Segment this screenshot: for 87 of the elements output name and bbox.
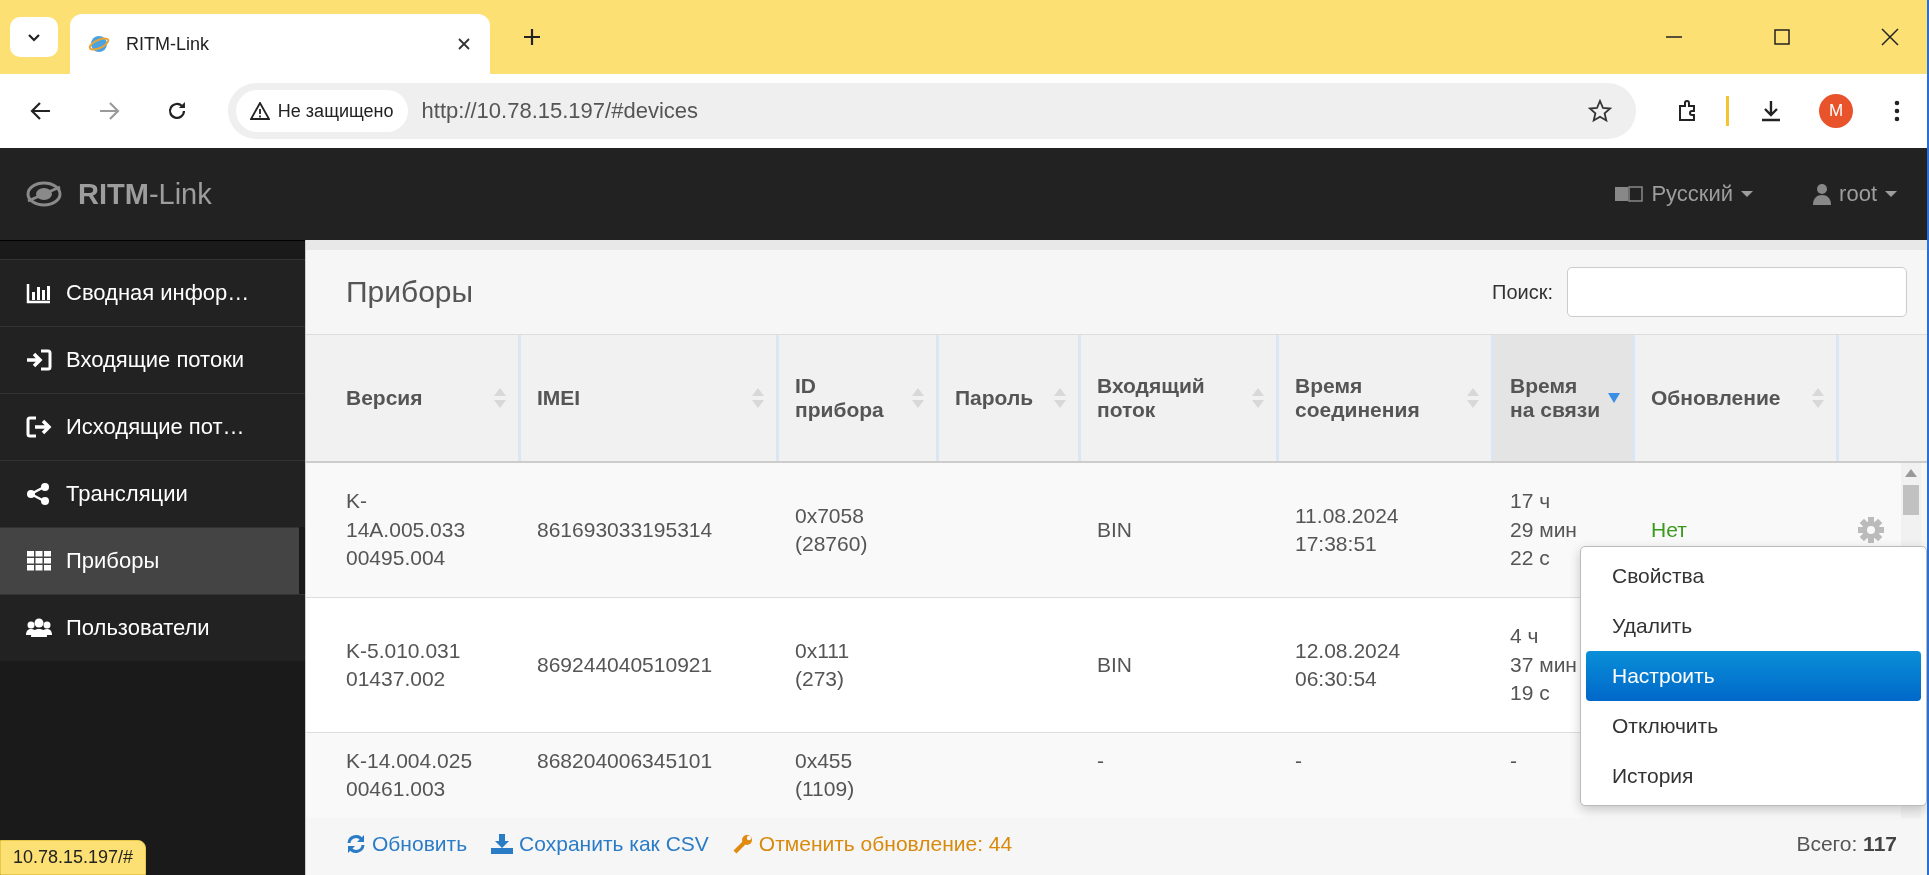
- sidebar-label: Трансляции: [66, 481, 188, 507]
- total-count: Всего: 117: [1796, 831, 1897, 856]
- sidebar-item[interactable]: Приборы: [0, 527, 299, 594]
- sort-icon: [1054, 388, 1066, 408]
- maximize-icon[interactable]: [1773, 28, 1791, 46]
- action-link[interactable]: Обновить: [346, 831, 468, 856]
- sign-in-icon: [26, 349, 52, 371]
- refresh-icon: [346, 833, 366, 854]
- table-cell-text: -: [1510, 748, 1517, 774]
- close-icon[interactable]: [1881, 28, 1899, 46]
- column-header[interactable]: Время на связи: [1494, 335, 1635, 461]
- menu-item[interactable]: Отключить: [1586, 701, 1921, 751]
- user-icon: [1813, 183, 1832, 205]
- sidebar-item[interactable]: Исходящие пот…: [0, 393, 305, 460]
- sidebar-item[interactable]: Пользователи: [0, 594, 305, 661]
- sort-desc-icon: [1608, 393, 1620, 403]
- status-url: 10.78.15.197/#: [0, 840, 147, 875]
- new-tab-icon[interactable]: [522, 27, 542, 47]
- sort-icon: [1252, 388, 1264, 408]
- bar-chart-icon: [26, 282, 52, 304]
- address-bar[interactable]: Не защищено http://10.78.15.197/#devices: [227, 83, 1637, 139]
- star-icon[interactable]: [1588, 99, 1613, 123]
- sort-icon: [1812, 388, 1824, 408]
- tab-title: RITM-Link: [126, 33, 210, 55]
- forward-icon[interactable]: [97, 100, 120, 122]
- table-cell-text: 868204006345101: [537, 748, 713, 774]
- panel-title: Приборы: [346, 275, 474, 309]
- scroll-thumb[interactable]: [1903, 485, 1919, 515]
- translate-icon: [1615, 186, 1644, 202]
- table-cell-text: 0x455 (1109): [795, 748, 855, 803]
- caret-icon: [1885, 191, 1897, 197]
- users-icon: [26, 617, 52, 639]
- table-cell-text: 11.08.2024 17:38:51: [1295, 502, 1399, 557]
- wrench-icon: [732, 833, 753, 854]
- user-menu[interactable]: root: [1813, 181, 1897, 207]
- menu-item[interactable]: Удалить: [1586, 601, 1921, 651]
- sidebar-label: Исходящие пот…: [66, 414, 245, 440]
- table-cell-text: 869244040510921: [537, 651, 713, 678]
- table-cell-text: 0x7058 (28760): [795, 502, 868, 557]
- more-icon[interactable]: [1893, 99, 1901, 123]
- url-text: http://10.78.15.197/#devices: [421, 98, 698, 124]
- search-field[interactable]: [1567, 267, 1907, 317]
- sort-icon: [752, 388, 764, 408]
- menu-item[interactable]: История: [1586, 751, 1921, 801]
- table-cell-text: BIN: [1097, 651, 1132, 678]
- table-cell-text: -: [1295, 748, 1302, 774]
- table-cell-text: -: [1097, 748, 1104, 774]
- close-icon[interactable]: [456, 36, 472, 52]
- search-label: Поиск:: [1492, 280, 1553, 304]
- table-cell-text: Нет: [1651, 516, 1687, 543]
- sidebar-item[interactable]: Трансляции: [0, 460, 305, 527]
- table-cell-text: 4 ч 37 мин 19 с: [1510, 623, 1577, 707]
- sort-icon: [1467, 388, 1479, 408]
- logo-icon: [26, 179, 62, 209]
- caret-icon: [1741, 191, 1754, 197]
- warning-icon: [249, 102, 270, 120]
- download-icon: [491, 833, 514, 854]
- profile-avatar[interactable]: M: [1819, 94, 1853, 128]
- menu-item[interactable]: Настроить: [1586, 651, 1921, 701]
- language-menu[interactable]: Русский: [1615, 181, 1754, 207]
- sidebar-item[interactable]: Входящие потоки: [0, 326, 305, 393]
- browser-tab[interactable]: RITM-Link: [70, 14, 490, 74]
- globe-icon: [88, 33, 110, 55]
- action-link[interactable]: Сохранить как CSV: [491, 831, 709, 856]
- security-label: Не защищено: [277, 100, 394, 122]
- brand-name[interactable]: RITM-Link: [78, 177, 212, 211]
- sidebar-label: Сводная инфор…: [66, 280, 250, 306]
- sidebar-label: Пользователи: [66, 615, 210, 641]
- table-cell-text: 0x111 (273): [795, 637, 850, 692]
- table-cell-text: 861693033195314: [537, 516, 713, 543]
- sort-icon: [912, 388, 924, 408]
- sort-icon: [494, 388, 506, 408]
- menu-item[interactable]: Свойства: [1586, 551, 1921, 601]
- sidebar-label: Входящие потоки: [66, 347, 245, 373]
- sidebar-label: Приборы: [66, 548, 160, 574]
- table-cell-text: K-14.004.025 00461.003: [346, 748, 473, 803]
- security-chip[interactable]: Не защищено: [235, 90, 408, 132]
- table-cell-text: K- 14A.005.033 00495.004: [346, 488, 466, 572]
- sidebar-item[interactable]: Сводная инфор…: [0, 259, 305, 326]
- grid-icon: [26, 550, 52, 572]
- table-cell-text: 12.08.2024 06:30:54: [1295, 637, 1401, 692]
- table-cell-text: 17 ч 29 мин 22 с: [1510, 488, 1577, 572]
- table-cell-text: K-5.010.031 01437.002: [346, 637, 461, 692]
- sign-out-icon: [26, 416, 52, 438]
- share-icon: [26, 483, 52, 505]
- back-icon[interactable]: [30, 100, 52, 122]
- table-cell-text: BIN: [1097, 516, 1132, 543]
